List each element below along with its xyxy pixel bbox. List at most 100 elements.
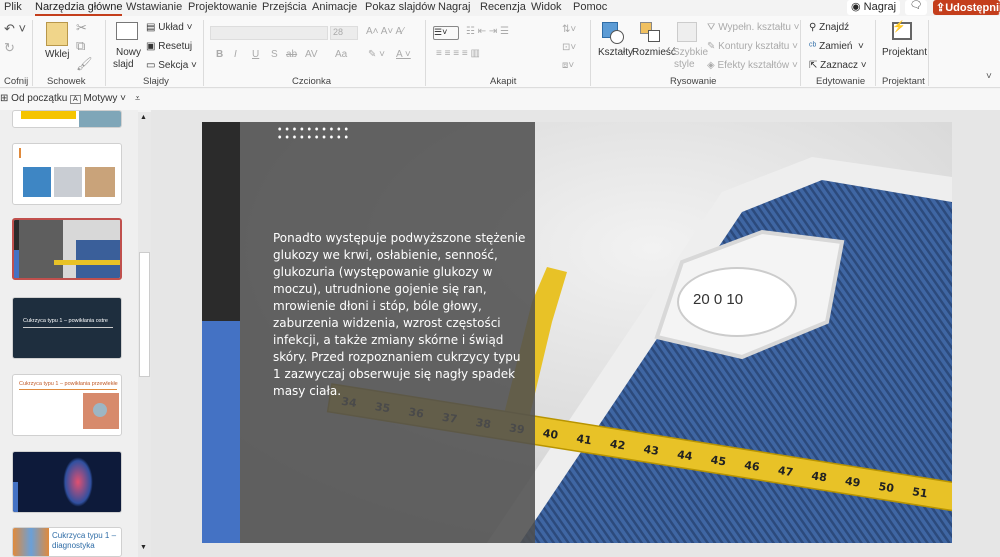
group-font-label: Czcionka [292, 76, 332, 87]
change-case-button[interactable]: Aa [335, 49, 347, 60]
dial-number: 10 [726, 291, 744, 308]
section-button[interactable]: ▭ Sekcja ˅ [146, 60, 197, 71]
shape-effects-button[interactable]: ◈ Efekty kształtów ˅ [707, 60, 798, 71]
record-icon: ◉ [851, 1, 861, 13]
record-label: Nagraj [863, 1, 897, 13]
tab-transitions[interactable]: Przejścia [262, 1, 307, 13]
menu-tabs: Plik Narzędzia główne Wstawianie Projekt… [0, 0, 1000, 16]
arrange-button[interactable]: Rozmieść [632, 47, 676, 58]
themes-label: Motywy [83, 93, 118, 104]
copy-icon[interactable]: ⧉ [76, 39, 85, 52]
section-label: Sekcja [158, 60, 189, 71]
tab-home[interactable]: Narzędzia główne [35, 1, 123, 16]
align-text-icon[interactable]: ⊡˅ [562, 42, 576, 53]
tab-insert[interactable]: Wstawianie [126, 1, 182, 13]
shape-effects-label: Efekty kształtów [717, 60, 790, 71]
record-button[interactable]: ◉ Nagraj [847, 0, 901, 15]
ribbon: ↶ ˅ ↻ Cofnij Wklej ✂ ⧉ 🖌 Schowek Nowy sl… [0, 16, 1000, 88]
dot-pattern [276, 125, 350, 141]
tab-view[interactable]: Widok [531, 1, 562, 13]
customize-qat-icon[interactable]: ⩡ [135, 93, 140, 104]
shadow-button[interactable]: S [271, 49, 278, 60]
tab-help[interactable]: Pomoc [573, 1, 607, 13]
smartart-icon[interactable]: ⧈˅ [562, 60, 574, 71]
find-label: Znajdź [819, 22, 850, 33]
group-designer-label: Projektant [882, 76, 925, 87]
char-spacing-button[interactable]: AV [305, 49, 318, 60]
shape-outline-button[interactable]: ✎ Kontury kształtu ˅ [707, 41, 798, 52]
designer-button[interactable]: Projektant [882, 47, 927, 58]
bold-button[interactable]: B [216, 49, 223, 60]
thumbnail-slide-selected[interactable] [12, 218, 122, 280]
scroll-up-icon[interactable]: ▲ [140, 114, 147, 121]
redo-icon: ↻ [4, 40, 15, 55]
reset-button[interactable]: ▣ Resetuj [146, 41, 192, 52]
font-size-input[interactable]: 28 [330, 26, 358, 40]
thumbnails-scrollbar[interactable]: ▲ ▼ [138, 112, 151, 557]
paste-icon[interactable] [46, 22, 68, 46]
new-slide-button[interactable]: Nowy [116, 47, 141, 58]
tab-animations[interactable]: Animacje [312, 1, 357, 13]
thumbnail-slide[interactable]: Cukrzyca typu 1 – diagnostyka [12, 527, 122, 557]
tape-number: 43 [643, 443, 660, 458]
paste-button[interactable]: Wklej [45, 49, 69, 60]
cut-icon[interactable]: ✂ [76, 21, 87, 34]
share-button[interactable]: ⇪Udostępnij [933, 0, 1000, 15]
tape-number: 40 [542, 427, 559, 442]
scroll-down-icon[interactable]: ▼ [140, 544, 147, 551]
scrollbar-thumb[interactable] [139, 252, 150, 377]
tab-design[interactable]: Projektowanie [188, 1, 257, 13]
shapes-button[interactable]: Kształty [598, 47, 633, 58]
thumbnail-slide[interactable] [12, 143, 122, 205]
designer-icon: ⚡ [892, 21, 912, 40]
font-color-icon[interactable]: A ˅ [396, 49, 411, 60]
bullets-button[interactable]: ☰˅ [433, 26, 459, 40]
slide-canvas[interactable]: 343536373839404142434445464748495051 20 … [202, 122, 952, 543]
format-painter-icon[interactable]: 🖌 [76, 57, 93, 70]
slide-thumbnails-panel: Cukrzyca typu 1 – powikłania ostre Cukrz… [0, 110, 138, 557]
tab-review[interactable]: Recenzja [480, 1, 526, 13]
highlight-icon[interactable]: ✎ ˅ [368, 49, 385, 60]
themes-button[interactable]: A Motywy ˅ [70, 93, 126, 104]
text-direction-icon[interactable]: ⇅˅ [562, 24, 576, 35]
select-button[interactable]: ⇱ Zaznacz ˅ [809, 60, 867, 71]
thumbnail-slide[interactable]: Cukrzyca typu 1 – powikłania ostre [12, 297, 122, 359]
group-editing-label: Edytowanie [816, 76, 866, 87]
quick-styles-button[interactable]: Szybkie [673, 47, 708, 58]
comment-icon: 🗨 [909, 0, 923, 11]
font-size-buttons[interactable]: A˄ A˅ A⁄ [366, 26, 404, 37]
underline-button[interactable]: U [252, 49, 259, 60]
new-slide-icon[interactable] [116, 22, 138, 40]
thumbnail-slide[interactable] [12, 110, 122, 128]
share-icon: ⇪ [936, 2, 946, 14]
tab-record[interactable]: Nagraj [438, 1, 470, 13]
find-button[interactable]: ⚲ Znajdź [809, 22, 849, 33]
shape-fill-label: Wypełn. kształtu [718, 22, 791, 33]
layout-button[interactable]: ▤ Układ ˅ [146, 22, 192, 33]
font-name-input[interactable] [210, 26, 328, 40]
thumbnail-title: Cukrzyca typu 1 – diagnostyka [52, 531, 117, 550]
italic-button[interactable]: I [234, 49, 237, 60]
replace-button[interactable]: ᶜᵇ Zamień ˅ [809, 41, 864, 52]
thumbnail-slide[interactable] [12, 451, 122, 513]
shape-outline-label: Kontury kształtu [718, 41, 790, 52]
group-slides-label: Slajdy [143, 76, 169, 87]
thumbnail-slide[interactable]: Cukrzyca typu 1 – powikłania przewlekłe [12, 374, 122, 436]
layout-label: Układ [158, 22, 184, 33]
shapes-circle [610, 30, 624, 44]
shape-fill-button[interactable]: ⛛ Wypełn. kształtu ˅ [707, 22, 800, 33]
align-buttons[interactable]: ≡ ≡ ≡ ≡ ▥ [436, 48, 480, 59]
share-label: Udostępnij [945, 2, 1000, 14]
slide-body-text[interactable]: Ponadto występuje podwyższone stężenie g… [273, 230, 528, 400]
tab-slideshow[interactable]: Pokaz slajdów [365, 1, 435, 13]
replace-label: Zamień [819, 41, 853, 52]
from-start-button[interactable]: ⊞ Od początku [0, 93, 67, 104]
arrange-square [648, 30, 660, 42]
comments-button[interactable]: 🗨 [905, 0, 927, 15]
numbering-button[interactable]: ☷ ⇤ ⇥ ☰ [466, 26, 509, 37]
strikethrough-button[interactable]: ab [286, 49, 297, 60]
collapse-ribbon-icon[interactable]: ˅ [986, 72, 992, 82]
undo-icon[interactable]: ↶ ˅ [4, 22, 26, 35]
tab-file[interactable]: Plik [4, 1, 22, 13]
tape-number: 46 [743, 459, 760, 474]
